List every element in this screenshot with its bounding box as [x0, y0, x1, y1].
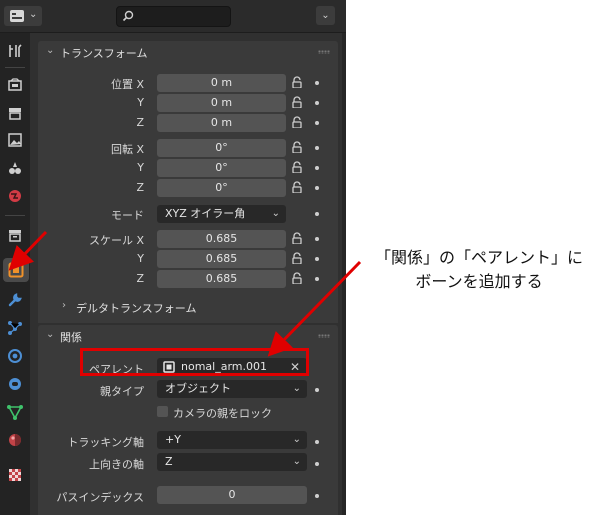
arrow-to-object-tab: [8, 230, 48, 271]
arrow-to-parent-field: [267, 260, 362, 357]
annotation-line-1: 「関係」の「ペアレント」に: [374, 248, 583, 267]
annotation-line-2: ボーンを追加する: [415, 272, 543, 291]
annotation-text: 「関係」の「ペアレント」に ボーンを追加する: [354, 246, 604, 294]
